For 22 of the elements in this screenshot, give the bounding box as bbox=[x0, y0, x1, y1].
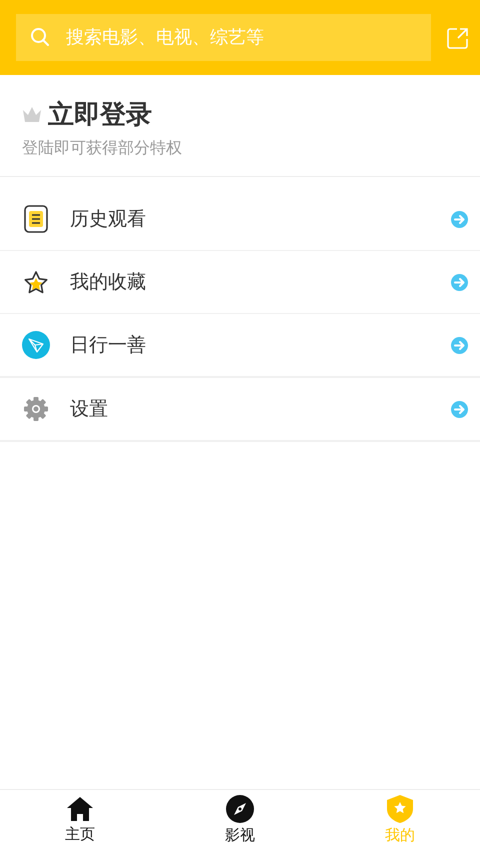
paper-plane-icon bbox=[22, 331, 50, 359]
house-icon bbox=[67, 796, 93, 822]
tab[interactable]: 影视 bbox=[160, 790, 320, 850]
shield-star-icon bbox=[387, 795, 413, 823]
tab-label: 主页 bbox=[65, 825, 95, 844]
search-field[interactable]: 搜索电影、电视、综艺等 bbox=[16, 14, 431, 61]
gear-icon bbox=[23, 396, 49, 422]
crown-icon bbox=[22, 106, 42, 124]
menu-row[interactable]: 历史观看 bbox=[0, 188, 480, 251]
list-icon bbox=[24, 205, 48, 233]
login-title[interactable]: 立即登录 bbox=[48, 97, 152, 132]
login-subtitle: 登陆即可获得部分特权 bbox=[22, 138, 183, 159]
share-icon[interactable] bbox=[447, 26, 469, 48]
menu-row[interactable]: 我的收藏 bbox=[0, 251, 480, 314]
compass-icon bbox=[226, 795, 254, 823]
star-icon bbox=[23, 270, 49, 294]
tab-label: 我的 bbox=[385, 826, 415, 845]
menu-row[interactable]: 设置 bbox=[0, 377, 480, 442]
menu-row[interactable]: 日行一善 bbox=[0, 314, 480, 377]
tab-label: 影视 bbox=[225, 826, 255, 845]
tab[interactable]: 主页 bbox=[0, 790, 160, 850]
search-icon bbox=[30, 27, 50, 47]
